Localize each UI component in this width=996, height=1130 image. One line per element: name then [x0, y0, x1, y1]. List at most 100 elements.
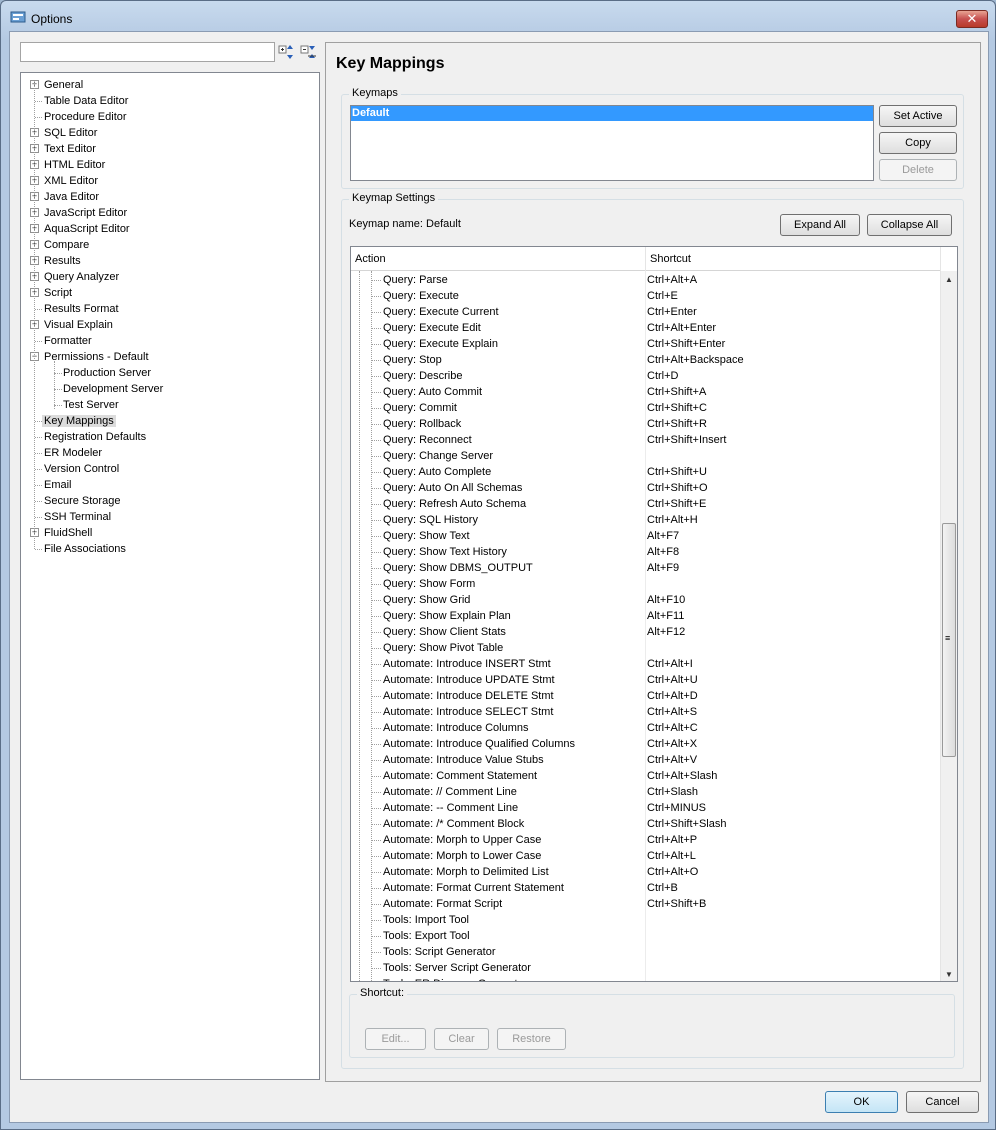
- tree-item[interactable]: Secure Storage: [42, 493, 122, 509]
- table-row[interactable]: Automate: -- Comment Line Ctrl+MINUS: [351, 800, 941, 816]
- table-row[interactable]: Automate: Introduce SELECT Stmt Ctrl+Alt+…: [351, 704, 941, 720]
- table-row[interactable]: Automate: Introduce Columns Ctrl+Alt+C: [351, 720, 941, 736]
- table-row[interactable]: Automate: Introduce Qualified Columns Ctr…: [351, 736, 941, 752]
- table-row[interactable]: Query: Execute Ctrl+E: [351, 288, 941, 304]
- tree-item[interactable]: Results Format: [42, 301, 121, 317]
- table-row[interactable]: Automate: Comment Statement Ctrl+Alt+Slas…: [351, 768, 941, 784]
- scroll-up-icon[interactable]: ▲: [945, 275, 953, 284]
- collapse-all-button[interactable]: Collapse All: [867, 214, 952, 236]
- tree-item[interactable]: ER Modeler: [42, 445, 104, 461]
- tree-item[interactable]: SSH Terminal: [42, 509, 113, 525]
- tree-item[interactable]: FluidShell: [42, 525, 94, 541]
- table-scrollbar[interactable]: ▲ ≡ ▼: [940, 271, 957, 981]
- tree-item[interactable]: Visual Explain: [42, 317, 115, 333]
- tree-item[interactable]: Permissions - Default: [42, 349, 151, 365]
- table-row[interactable]: Automate: Format Current Statement Ctrl+B: [351, 880, 941, 896]
- table-row[interactable]: Query: Show Grid Alt+F10: [351, 592, 941, 608]
- tree-item[interactable]: Results: [42, 253, 83, 269]
- tree-item[interactable]: HTML Editor: [42, 157, 107, 173]
- tree-item[interactable]: Development Server: [61, 381, 165, 397]
- table-row[interactable]: Query: Reconnect Ctrl+Shift+Insert: [351, 432, 941, 448]
- tree-item[interactable]: Formatter: [42, 333, 94, 349]
- table-row[interactable]: Automate: Morph to Lower Case Ctrl+Alt+L: [351, 848, 941, 864]
- copy-button[interactable]: Copy: [879, 132, 957, 154]
- clear-shortcut-button[interactable]: Clear: [434, 1028, 489, 1050]
- table-row[interactable]: Tools: Server Script Generator: [351, 960, 941, 976]
- table-row[interactable]: Automate: Morph to Delimited List Ctrl+Al…: [351, 864, 941, 880]
- expand-all-button[interactable]: Expand All: [780, 214, 860, 236]
- table-row[interactable]: Query: Show Text History Alt+F8: [351, 544, 941, 560]
- tree-item[interactable]: XML Editor: [42, 173, 100, 189]
- table-row[interactable]: Query: Execute Edit Ctrl+Alt+Enter: [351, 320, 941, 336]
- tree-item[interactable]: Production Server: [61, 365, 153, 381]
- scroll-down-icon[interactable]: ▼: [945, 970, 953, 979]
- tree-item[interactable]: File Associations: [42, 541, 128, 557]
- table-row[interactable]: Query: Auto Complete Ctrl+Shift+U: [351, 464, 941, 480]
- scroll-thumb[interactable]: ≡: [942, 523, 956, 757]
- table-row[interactable]: Automate: Introduce DELETE Stmt Ctrl+Alt+…: [351, 688, 941, 704]
- table-row[interactable]: Query: Show Explain Plan Alt+F11: [351, 608, 941, 624]
- table-row[interactable]: Query: Parse Ctrl+Alt+A: [351, 272, 941, 288]
- table-row[interactable]: Query: Rollback Ctrl+Shift+R: [351, 416, 941, 432]
- tree-item[interactable]: Table Data Editor: [42, 93, 130, 109]
- ok-button[interactable]: OK: [825, 1091, 898, 1113]
- table-row[interactable]: Query: Refresh Auto Schema Ctrl+Shift+E: [351, 496, 941, 512]
- key-mappings-table[interactable]: Action Shortcut Query: Parse Ctrl+Alt+A Qu…: [350, 246, 958, 982]
- column-header-shortcut[interactable]: Shortcut: [646, 247, 691, 271]
- table-row[interactable]: Query: Execute Explain Ctrl+Shift+Enter: [351, 336, 941, 352]
- tree-item[interactable]: SQL Editor: [42, 125, 99, 141]
- table-row[interactable]: Query: Auto On All Schemas Ctrl+Shift+O: [351, 480, 941, 496]
- table-row[interactable]: Automate: Introduce INSERT Stmt Ctrl+Alt+…: [351, 656, 941, 672]
- table-row[interactable]: Query: Show Client Stats Alt+F12: [351, 624, 941, 640]
- keymap-list[interactable]: Default: [350, 105, 874, 181]
- set-active-button[interactable]: Set Active: [879, 105, 957, 127]
- tree-item[interactable]: JavaScript Editor: [42, 205, 129, 221]
- table-row[interactable]: Tools: Export Tool: [351, 928, 941, 944]
- tree-item[interactable]: Email: [42, 477, 74, 493]
- table-row[interactable]: Query: SQL History Ctrl+Alt+H: [351, 512, 941, 528]
- table-row[interactable]: Query: Show Text Alt+F7: [351, 528, 941, 544]
- title-bar[interactable]: Options ✕: [1, 1, 995, 31]
- options-tree[interactable]: General + Table Data Editor Procedure Edito…: [20, 72, 320, 1080]
- tree-item[interactable]: Script: [42, 285, 74, 301]
- close-button[interactable]: ✕: [956, 10, 988, 28]
- keymap-item-default[interactable]: Default: [351, 106, 873, 121]
- tree-item[interactable]: Procedure Editor: [42, 109, 129, 125]
- tree-item[interactable]: Version Control: [42, 461, 121, 477]
- tree-item[interactable]: Java Editor: [42, 189, 101, 205]
- table-row[interactable]: Automate: Introduce UPDATE Stmt Ctrl+Alt+…: [351, 672, 941, 688]
- table-row[interactable]: Query: Stop Ctrl+Alt+Backspace: [351, 352, 941, 368]
- table-row[interactable]: Query: Show DBMS_OUTPUT Alt+F9: [351, 560, 941, 576]
- delete-button[interactable]: Delete: [879, 159, 957, 181]
- tree-item[interactable]: Compare: [42, 237, 91, 253]
- tree-item[interactable]: Query Analyzer: [42, 269, 121, 285]
- table-row[interactable]: Query: Change Server: [351, 448, 941, 464]
- options-search-input[interactable]: [20, 42, 275, 62]
- table-row[interactable]: Query: Auto Commit Ctrl+Shift+A: [351, 384, 941, 400]
- tree-item[interactable]: Key Mappings: [42, 413, 116, 429]
- tree-item[interactable]: Test Server: [61, 397, 121, 413]
- cancel-button[interactable]: Cancel: [906, 1091, 979, 1113]
- table-row[interactable]: Automate: Morph to Upper Case Ctrl+Alt+P: [351, 832, 941, 848]
- table-row[interactable]: Tools: ER Diagram Generator: [351, 976, 941, 981]
- table-row[interactable]: Query: Commit Ctrl+Shift+C: [351, 400, 941, 416]
- table-row[interactable]: Query: Show Form: [351, 576, 941, 592]
- edit-shortcut-button[interactable]: Edit...: [365, 1028, 426, 1050]
- table-row[interactable]: Query: Describe Ctrl+D: [351, 368, 941, 384]
- table-row[interactable]: Tools: Script Generator: [351, 944, 941, 960]
- table-row[interactable]: Tools: Import Tool: [351, 912, 941, 928]
- table-row[interactable]: Query: Show Pivot Table: [351, 640, 941, 656]
- restore-shortcut-button[interactable]: Restore: [497, 1028, 566, 1050]
- column-header-action[interactable]: Action: [351, 247, 386, 271]
- tree-item[interactable]: Registration Defaults: [42, 429, 148, 445]
- tree-item[interactable]: Text Editor: [42, 141, 98, 157]
- table-row[interactable]: Automate: Introduce Value Stubs Ctrl+Alt+…: [351, 752, 941, 768]
- table-row[interactable]: Automate: /* Comment Block Ctrl+Shift+Sla…: [351, 816, 941, 832]
- expand-tree-icon[interactable]: [278, 43, 296, 61]
- tree-item[interactable]: General: [42, 77, 85, 93]
- table-row[interactable]: Query: Execute Current Ctrl+Enter: [351, 304, 941, 320]
- table-row[interactable]: Automate: Format Script Ctrl+Shift+B: [351, 896, 941, 912]
- collapse-tree-icon[interactable]: [300, 43, 318, 61]
- table-row[interactable]: Automate: // Comment Line Ctrl+Slash: [351, 784, 941, 800]
- tree-item[interactable]: AquaScript Editor: [42, 221, 132, 237]
